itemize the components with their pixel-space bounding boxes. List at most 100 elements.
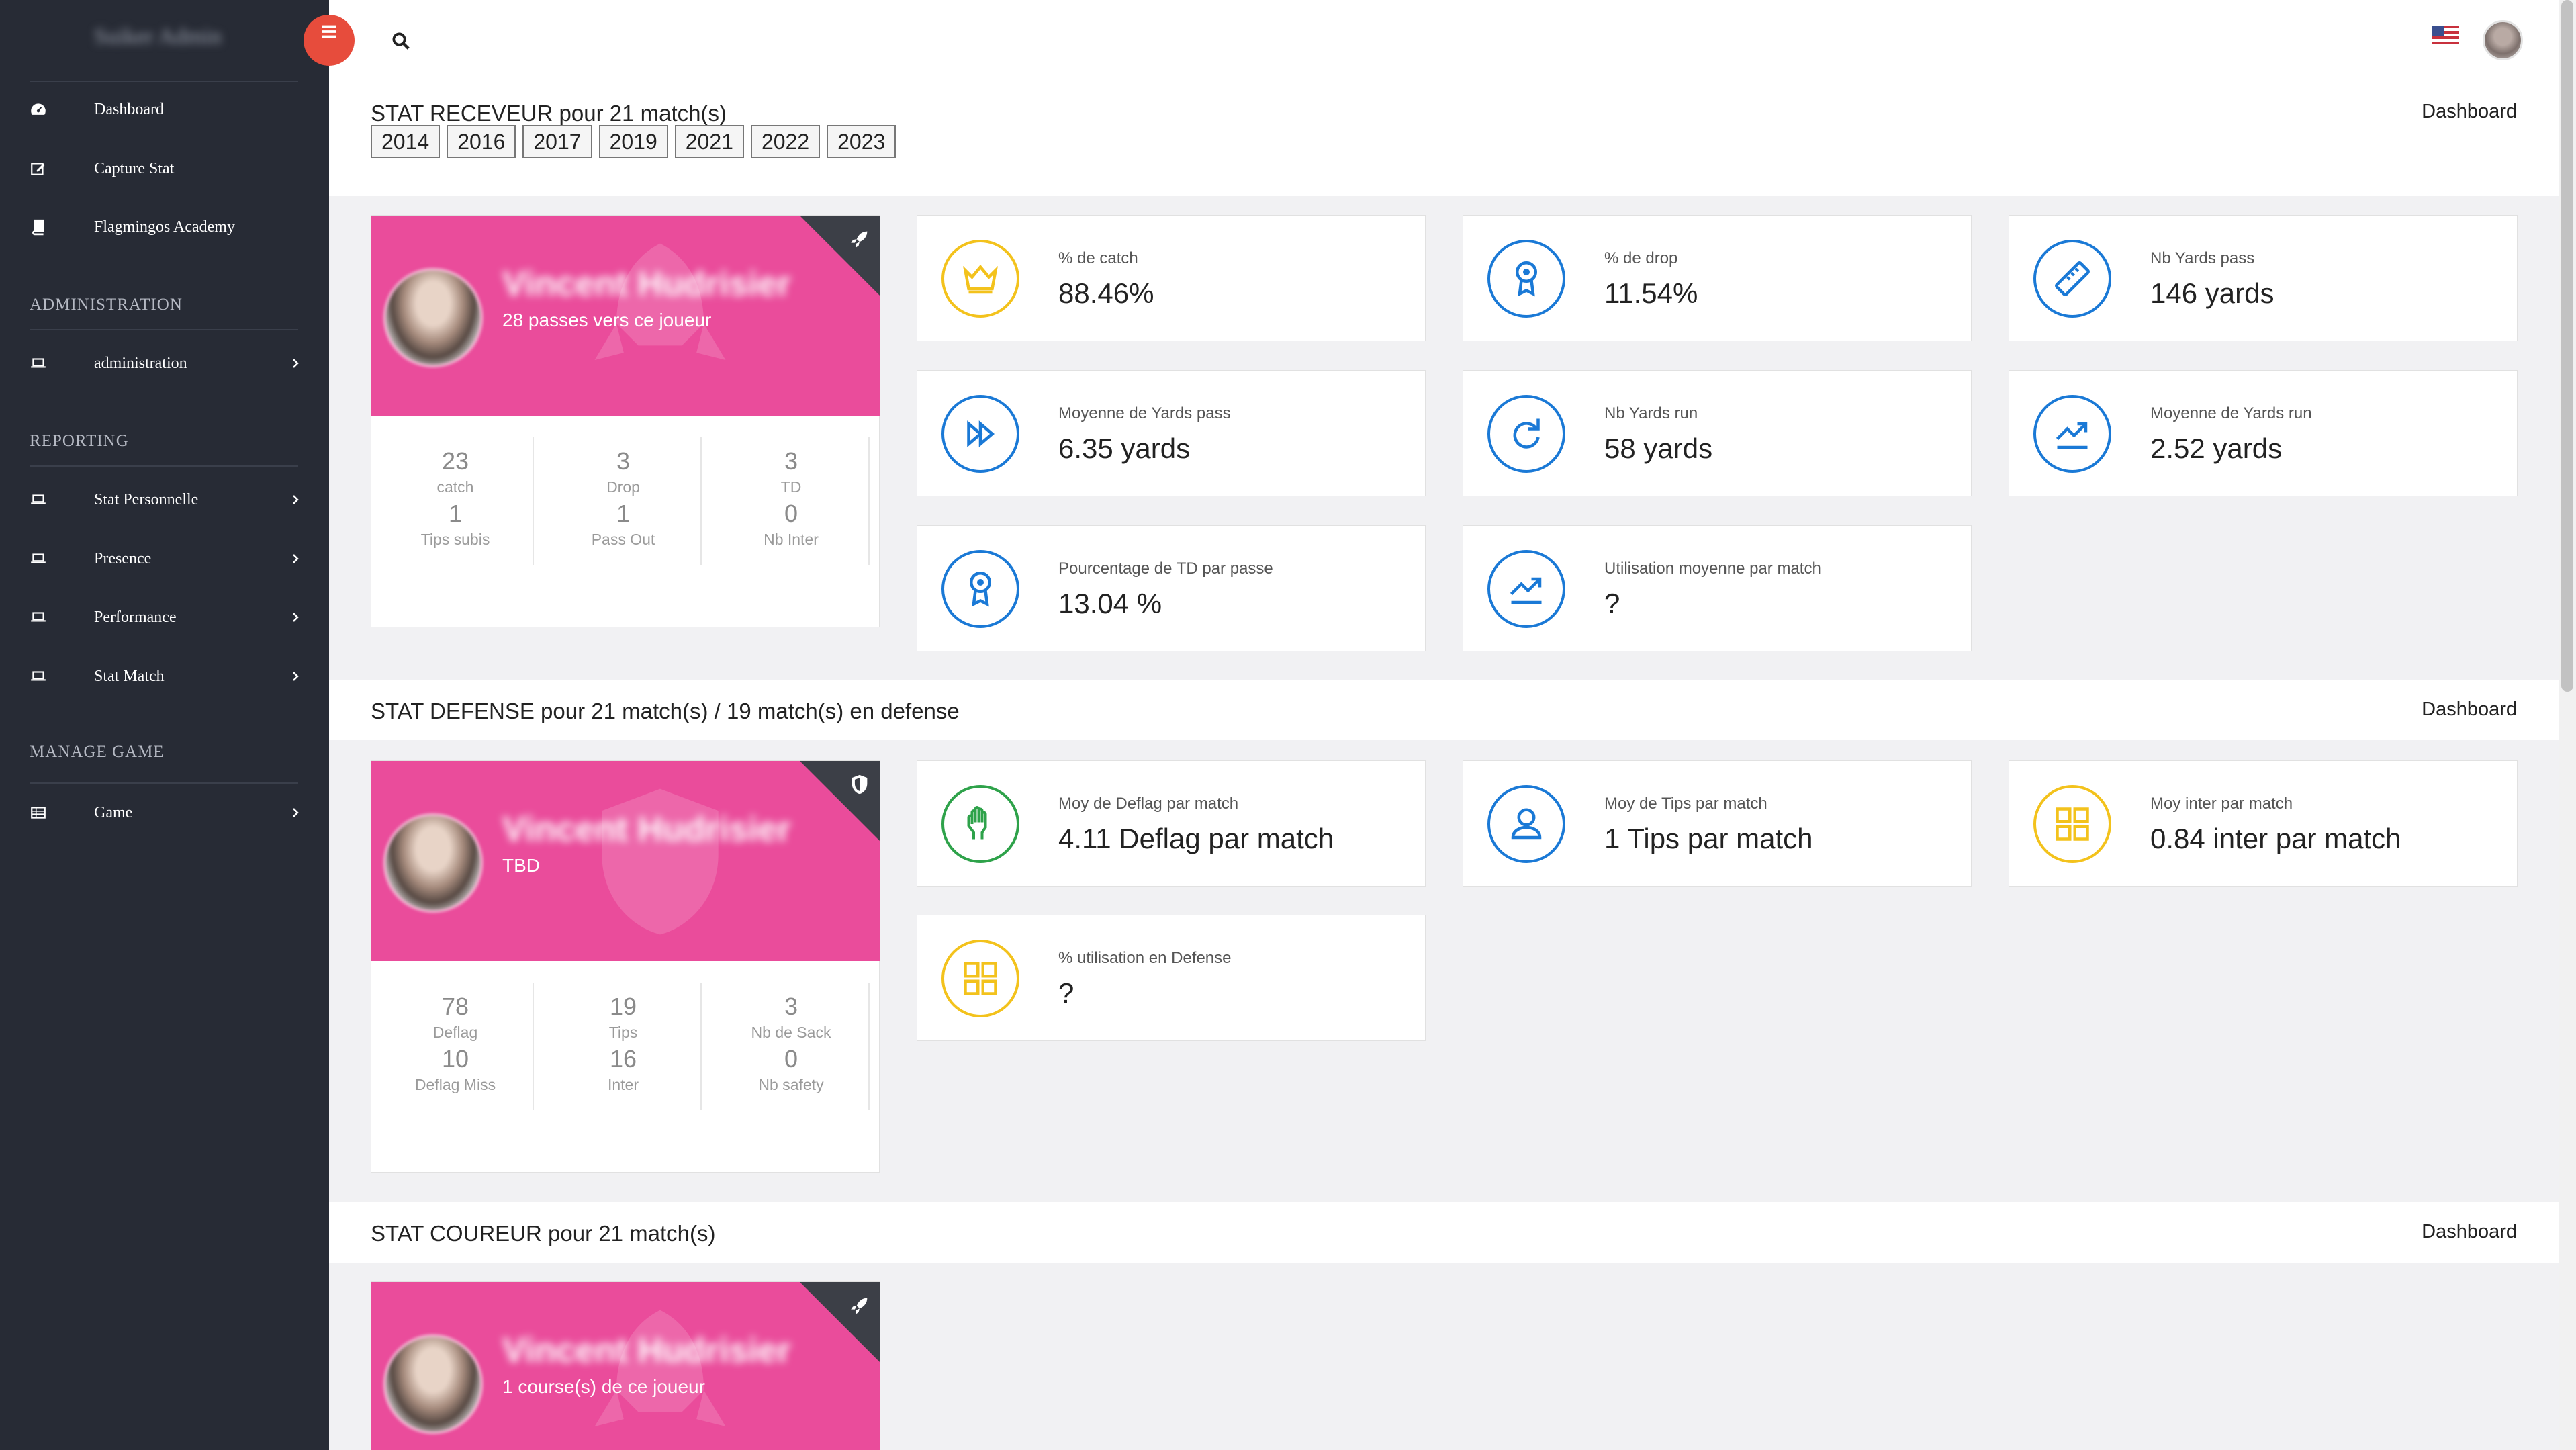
- info-box-label: Moy de Tips par match: [1604, 795, 1767, 813]
- stat-tips-subis: 1 Tips subis: [371, 500, 539, 549]
- sidebar-item-dashboard[interactable]: Dashboard: [0, 89, 329, 130]
- receveur-dashboard-link[interactable]: Dashboard: [2422, 101, 2517, 123]
- info-box-label: % de drop: [1604, 249, 1678, 267]
- receveur-header: STAT RECEVEUR pour 21 match(s) Dashboard…: [329, 81, 2559, 196]
- menu-icon: [322, 25, 336, 38]
- laptop-icon: [30, 668, 47, 685]
- user-avatar[interactable]: [2483, 20, 2523, 60]
- info-box-label: Pourcentage de TD par passe: [1058, 559, 1273, 578]
- brand: Suiker Admin: [0, 0, 329, 81]
- table-icon: [30, 804, 47, 821]
- sidebar-item-performance[interactable]: Performance: [0, 597, 329, 637]
- year-button-2022[interactable]: 2022: [750, 125, 821, 158]
- stat-value: 3: [616, 447, 631, 475]
- stat-label: Tips: [608, 1024, 638, 1041]
- info-box-value: 4.11 Deflag par match: [1058, 823, 1334, 854]
- search-icon[interactable]: [391, 31, 411, 51]
- info-box-label: Utilisation moyenne par match: [1604, 559, 1821, 578]
- dashboard-icon: [30, 101, 47, 118]
- stat-drop: 3 Drop: [539, 447, 707, 496]
- sidebar: Suiker Admin Dashboard Capture Stat Flag…: [0, 0, 329, 1450]
- award-icon: [941, 550, 1019, 628]
- ruler-icon: [2033, 240, 2111, 318]
- stat-label: Deflag: [432, 1024, 478, 1041]
- stat-label: Nb safety: [758, 1076, 824, 1093]
- sidebar-item-capture-stat[interactable]: Capture Stat: [0, 148, 329, 189]
- year-button-2017[interactable]: 2017: [522, 125, 592, 158]
- info-box-moy-yards-pass: Moyenne de Yards pass 6.35 yards: [917, 370, 1426, 496]
- chevron-right-icon: [289, 670, 302, 683]
- sidebar-item-presence[interactable]: Presence: [0, 539, 329, 579]
- info-box-moy-yards-run: Moyenne de Yards run 2.52 yards: [2009, 370, 2518, 496]
- info-box-value: 1 Tips par match: [1604, 823, 1813, 854]
- sidebar-item-stat-personnelle[interactable]: Stat Personnelle: [0, 480, 329, 520]
- coureur-profile-card: Vincent Hudrisier 1 course(s) de ce joue…: [371, 1281, 880, 1450]
- sidebar-divider: [30, 782, 298, 784]
- user-icon: [1487, 785, 1565, 863]
- defense-header: STAT DEFENSE pour 21 match(s) / 19 match…: [329, 680, 2559, 740]
- info-box-value: 58 yards: [1604, 433, 1713, 464]
- year-button-2014[interactable]: 2014: [371, 125, 441, 158]
- info-box-label: Moy inter par match: [2150, 795, 2293, 813]
- sidebar-item-flagmingos-academy[interactable]: Flagmingos Academy: [0, 207, 329, 247]
- stat-td: 3 TD: [707, 447, 875, 496]
- award-icon: [1487, 240, 1565, 318]
- stat-value: 0: [784, 1045, 798, 1073]
- rocket-icon: [851, 1298, 868, 1314]
- year-button-2019[interactable]: 2019: [598, 125, 668, 158]
- stat-label: Nb Inter: [764, 531, 819, 548]
- info-box-value: ?: [1058, 977, 1074, 1009]
- stat-value: 19: [609, 993, 637, 1020]
- chevron-right-icon: [289, 610, 302, 624]
- info-box-inter: Moy inter par match 0.84 inter par match: [2009, 760, 2518, 887]
- shield-watermark-icon: [602, 788, 719, 935]
- year-button-2021[interactable]: 2021: [674, 125, 744, 158]
- rocket-icon: [851, 231, 868, 248]
- profile-banner: Vincent Hudrisier 28 passes vers ce joue…: [371, 216, 880, 416]
- info-box-deflag: Moy de Deflag par match 4.11 Deflag par …: [917, 760, 1426, 887]
- info-box-utilisation-defense: % utilisation en Defense ?: [917, 915, 1426, 1041]
- book-icon: [30, 218, 47, 236]
- stat-label: Inter: [607, 1076, 639, 1093]
- info-box-label: Nb Yards pass: [2150, 249, 2255, 267]
- stat-deflag: 78 Deflag: [371, 993, 539, 1042]
- year-button-2016[interactable]: 2016: [447, 125, 516, 158]
- year-button-2023[interactable]: 2023: [827, 125, 896, 158]
- stat-label: Nb de Sack: [751, 1024, 831, 1041]
- info-box-value: 2.52 yards: [2150, 433, 2283, 464]
- defense-dashboard-link[interactable]: Dashboard: [2422, 698, 2517, 721]
- top-header: [329, 0, 2559, 81]
- info-box-drop: % de drop 11.54%: [1463, 215, 1972, 341]
- player-subtitle: 1 course(s) de ce joueur: [502, 1376, 705, 1397]
- laptop-icon: [30, 608, 47, 626]
- sidebar-divider: [30, 81, 298, 82]
- stat-nb-inter: 0 Nb Inter: [707, 500, 875, 549]
- sidebar-item-administration[interactable]: administration: [0, 343, 329, 383]
- sidebar-item-game[interactable]: Game: [0, 792, 329, 833]
- player-subtitle: TBD: [502, 855, 540, 876]
- menu-toggle-button[interactable]: [304, 15, 355, 66]
- sidebar-item-label: Presence: [94, 549, 152, 568]
- receveur-profile-card: Vincent Hudrisier 28 passes vers ce joue…: [371, 215, 880, 627]
- info-box-value: 146 yards: [2150, 277, 2274, 309]
- profile-banner: Vincent Hudrisier 1 course(s) de ce joue…: [371, 1282, 880, 1450]
- sidebar-divider: [30, 465, 298, 467]
- section-heading-coureur: STAT COUREUR pour 21 match(s): [371, 1221, 716, 1246]
- sidebar-item-label: administration: [94, 354, 187, 372]
- stat-sack: 3 Nb de Sack: [707, 993, 875, 1042]
- scrollbar-thumb[interactable]: [2561, 0, 2573, 692]
- info-box-yards-run: Nb Yards run 58 yards: [1463, 370, 1972, 496]
- sidebar-item-label: Performance: [94, 608, 177, 626]
- rocket-watermark-icon: [594, 1310, 726, 1426]
- stat-label: TD: [780, 478, 802, 496]
- crown-icon: [941, 240, 1019, 318]
- coureur-dashboard-link[interactable]: Dashboard: [2422, 1221, 2517, 1243]
- sidebar-divider: [30, 329, 298, 330]
- sidebar-item-stat-match[interactable]: Stat Match: [0, 656, 329, 696]
- us-flag-icon[interactable]: [2432, 26, 2459, 44]
- stat-catch: 23 catch: [371, 447, 539, 496]
- section-heading-defense: STAT DEFENSE pour 21 match(s) / 19 match…: [371, 698, 960, 723]
- info-box-value: 13.04 %: [1058, 588, 1162, 619]
- info-box-td-pct: Pourcentage de TD par passe 13.04 %: [917, 525, 1426, 651]
- page-scrollbar[interactable]: [2559, 0, 2576, 1450]
